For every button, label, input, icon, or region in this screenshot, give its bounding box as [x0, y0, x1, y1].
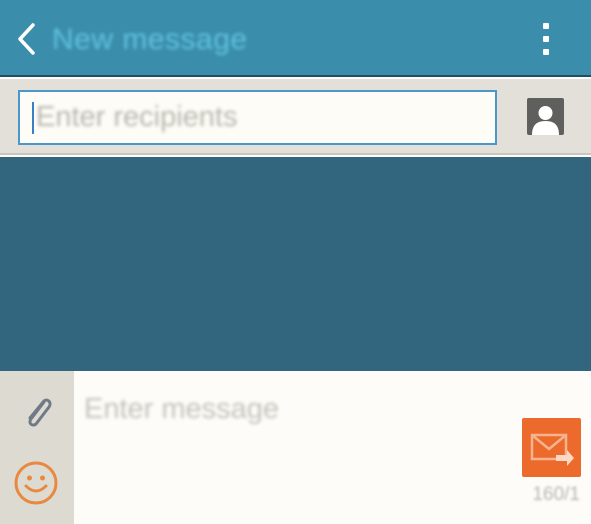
- back-button[interactable]: [6, 14, 46, 64]
- app-bar: New message: [0, 0, 591, 77]
- message-input[interactable]: Enter message: [84, 389, 504, 435]
- send-mail-icon: [530, 433, 574, 466]
- recipient-bar: Enter recipients: [0, 79, 591, 155]
- contact-picker-button[interactable]: [527, 98, 564, 135]
- smiley-icon: [14, 461, 58, 505]
- emoji-button[interactable]: [12, 459, 60, 507]
- attach-button[interactable]: [14, 389, 60, 435]
- composer: Enter message 160/1: [0, 371, 591, 524]
- more-vertical-icon: [543, 49, 549, 55]
- contact-person-icon: [532, 106, 559, 135]
- more-vertical-icon: [543, 36, 549, 42]
- page-title: New message: [52, 23, 248, 56]
- recipient-placeholder: Enter recipients: [36, 101, 238, 133]
- text-caret: [32, 101, 34, 134]
- paperclip-icon: [28, 398, 52, 427]
- composer-side-rail: [0, 371, 74, 524]
- more-options-button[interactable]: [524, 14, 568, 64]
- more-vertical-icon: [543, 23, 549, 29]
- character-counter: 160/1: [532, 484, 580, 505]
- send-button[interactable]: [522, 418, 581, 477]
- chevron-left-icon: [18, 23, 35, 55]
- conversation-area: [0, 157, 591, 371]
- recipient-input[interactable]: Enter recipients: [18, 90, 497, 145]
